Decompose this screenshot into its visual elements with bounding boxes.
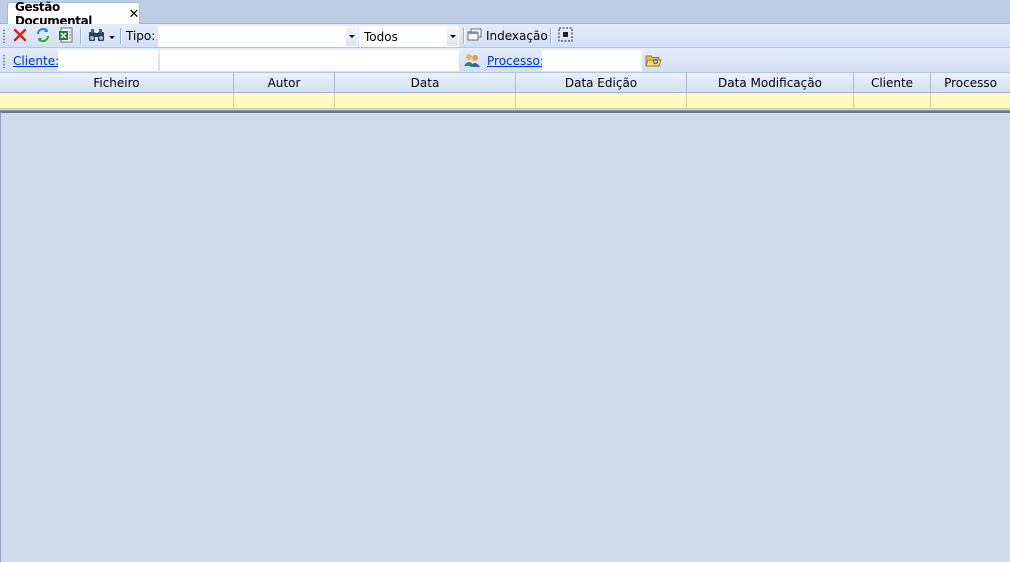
delete-button[interactable] bbox=[10, 26, 30, 46]
export-excel-button[interactable] bbox=[56, 26, 76, 46]
chevron-down-icon[interactable] bbox=[346, 27, 357, 46]
close-red-x-icon bbox=[13, 28, 27, 45]
window-icon bbox=[467, 28, 482, 44]
folder-open-icon bbox=[644, 53, 662, 70]
indexacao-label: Indexação bbox=[486, 29, 548, 43]
indexacao-button[interactable]: Indexação bbox=[467, 26, 548, 46]
grid-header: Ficheiro Autor Data Data Edição Data Mod… bbox=[0, 73, 1010, 93]
grid-body-empty bbox=[0, 113, 1010, 562]
tab-strip: Gestão Documental ✕ bbox=[0, 0, 1010, 28]
cliente-link[interactable]: Cliente: bbox=[13, 54, 59, 68]
tipo-label: Tipo: bbox=[126, 29, 156, 43]
column-header-ficheiro[interactable]: Ficheiro bbox=[0, 73, 234, 92]
cliente-code-input[interactable] bbox=[58, 50, 158, 71]
toolbar-grip[interactable] bbox=[3, 29, 5, 43]
toolbar-separator bbox=[120, 28, 121, 44]
processo-link[interactable]: Processo: bbox=[487, 54, 544, 68]
select-region-button[interactable] bbox=[555, 26, 575, 46]
processo-search-button[interactable] bbox=[643, 51, 663, 71]
filter-cell-ficheiro[interactable] bbox=[0, 93, 234, 108]
column-header-autor[interactable]: Autor bbox=[234, 73, 335, 92]
toolbar-separator bbox=[550, 28, 551, 44]
refresh-button[interactable] bbox=[33, 26, 53, 46]
filter-cell-data[interactable] bbox=[335, 93, 516, 108]
column-header-cliente[interactable]: Cliente bbox=[854, 73, 931, 92]
excel-export-icon bbox=[58, 27, 74, 46]
filter-cell-data-edicao[interactable] bbox=[516, 93, 687, 108]
processo-input[interactable] bbox=[542, 50, 642, 71]
cliente-search-button[interactable] bbox=[462, 51, 482, 71]
search-dropdown-button[interactable] bbox=[85, 26, 117, 46]
filter-select[interactable]: Todos bbox=[359, 26, 459, 47]
filter-toolbar: Cliente: Processo: bbox=[0, 48, 1010, 73]
chevron-down-icon bbox=[108, 29, 115, 43]
refresh-icon bbox=[35, 27, 51, 46]
toolbar-separator bbox=[463, 28, 464, 44]
binoculars-icon bbox=[88, 28, 106, 45]
column-header-data-edicao[interactable]: Data Edição bbox=[516, 73, 687, 92]
filter-cell-processo[interactable] bbox=[931, 93, 1010, 108]
filter-cell-cliente[interactable] bbox=[854, 93, 931, 108]
main-toolbar: Tipo: Todos Indexação bbox=[0, 24, 1010, 48]
grid-filter-row bbox=[0, 93, 1010, 109]
filter-cell-autor[interactable] bbox=[234, 93, 335, 108]
column-header-data-modificacao[interactable]: Data Modificação bbox=[687, 73, 854, 92]
select-region-icon bbox=[558, 27, 573, 45]
toolbar-grip[interactable] bbox=[3, 54, 5, 68]
filter-cell-data-modificacao[interactable] bbox=[687, 93, 854, 108]
users-icon bbox=[463, 53, 481, 70]
tipo-select[interactable] bbox=[158, 26, 358, 47]
column-header-processo[interactable]: Processo bbox=[931, 73, 1010, 92]
tab-gestao-documental[interactable]: Gestão Documental ✕ bbox=[7, 0, 140, 28]
column-header-data[interactable]: Data bbox=[335, 73, 516, 92]
cliente-name-input[interactable] bbox=[160, 50, 459, 71]
chevron-down-icon[interactable] bbox=[447, 27, 458, 46]
filter-value: Todos bbox=[364, 29, 398, 44]
close-icon[interactable]: ✕ bbox=[129, 8, 140, 21]
toolbar-separator bbox=[80, 28, 81, 44]
